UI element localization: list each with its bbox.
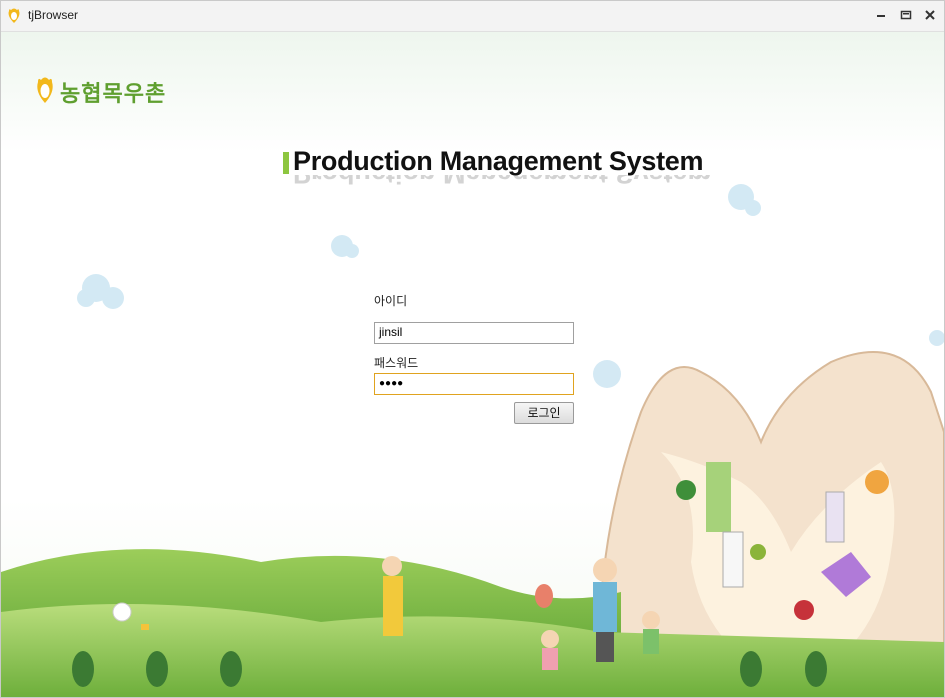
- title-accent-bar: [283, 152, 289, 174]
- flower-app-icon: [8, 8, 20, 23]
- page-title-reflection: Production Management System: [293, 175, 712, 189]
- close-icon[interactable]: [923, 8, 937, 22]
- page-title: Production Management System: [293, 146, 704, 176]
- title-bar: tjBrowser: [1, 1, 944, 32]
- login-page: 농협목우촌 Production Management System Produ…: [1, 32, 944, 697]
- login-button[interactable]: 로그인: [514, 402, 574, 424]
- minimize-icon[interactable]: [874, 8, 888, 22]
- password-label: 패스워드: [374, 356, 419, 370]
- id-label: 아이디: [374, 294, 408, 308]
- browser-window: tjBrowser 농협목우촌 Production Management Sy…: [0, 0, 945, 698]
- window-title: tjBrowser: [28, 8, 79, 22]
- id-input[interactable]: jinsil: [374, 322, 574, 344]
- brand-name: 농협목우촌: [60, 82, 167, 107]
- background-illustration: [1, 184, 944, 697]
- restore-icon[interactable]: [899, 8, 913, 22]
- flower-logo-icon: [37, 77, 53, 103]
- password-input[interactable]: ●●●●: [374, 373, 574, 395]
